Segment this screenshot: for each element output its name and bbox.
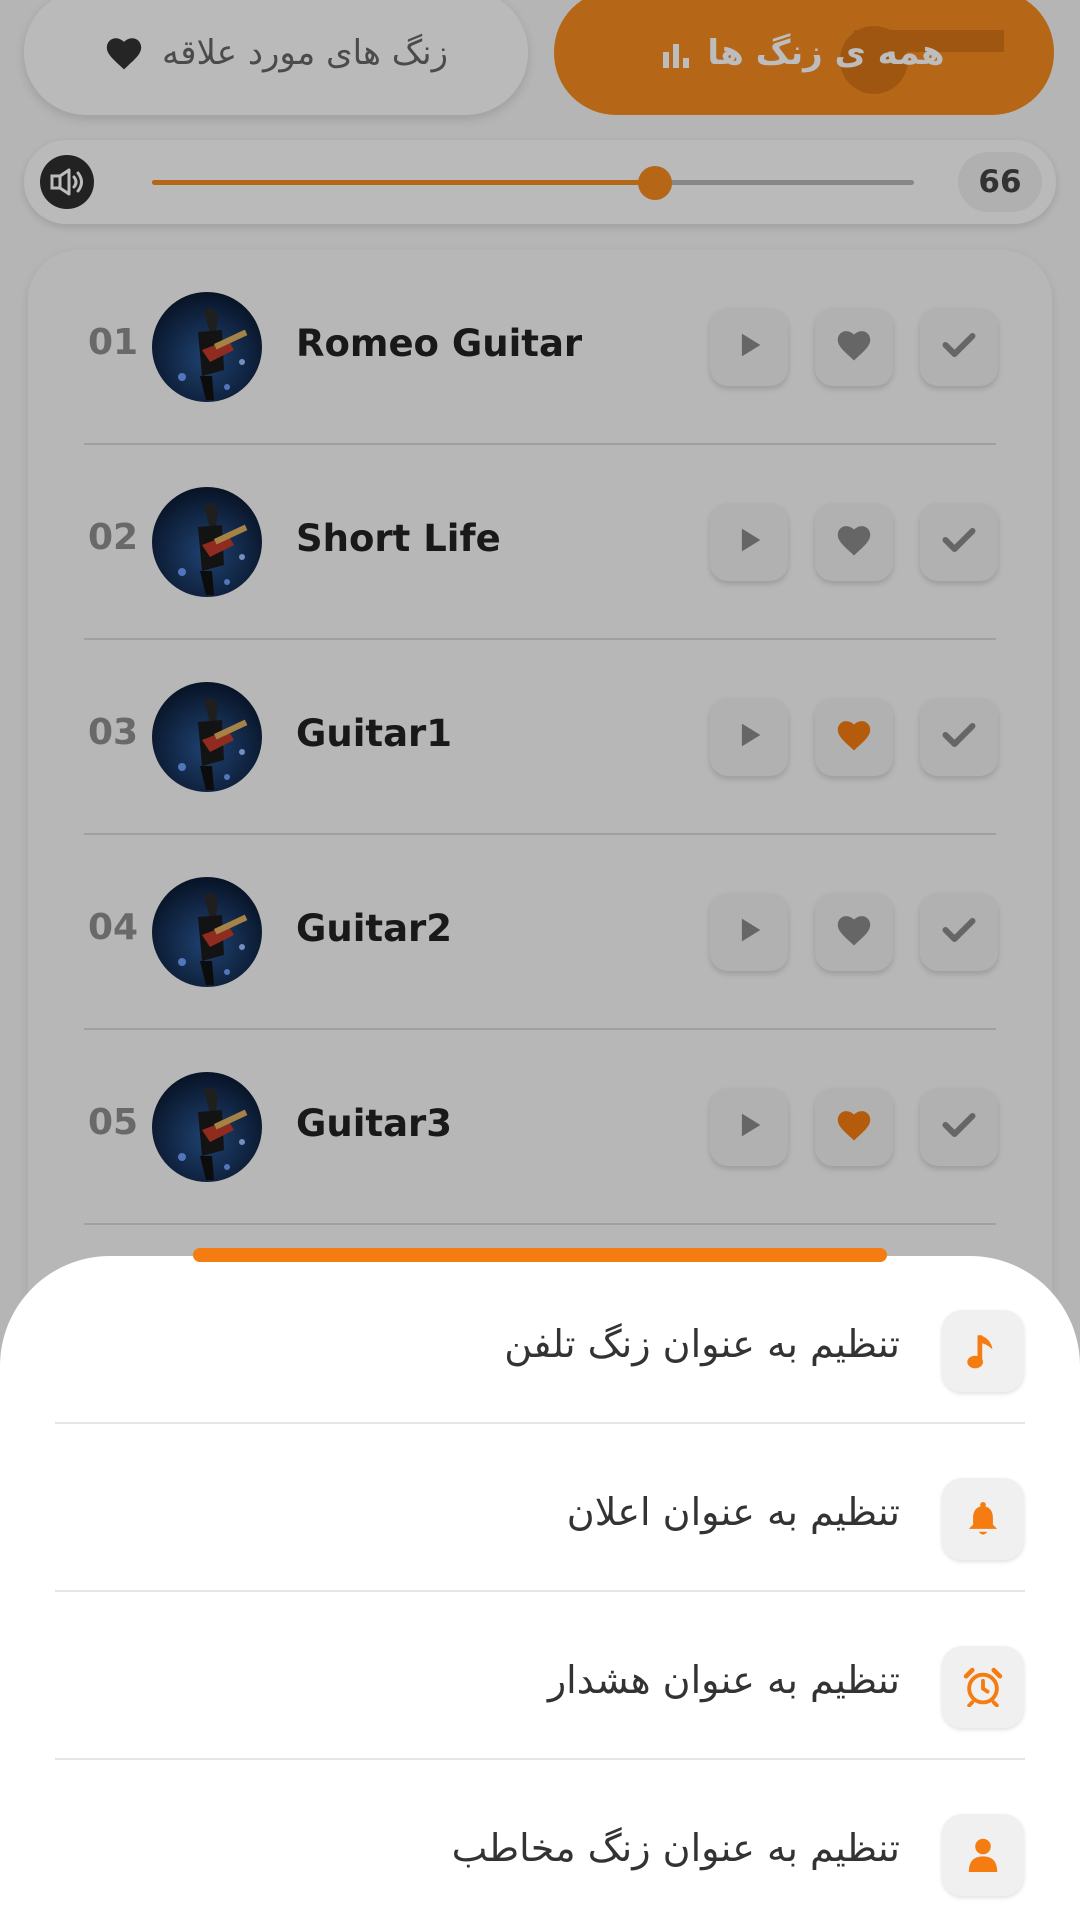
bell-icon [942, 1478, 1024, 1560]
sheet-option-label: تنظیم به عنوان هشدار [547, 1658, 900, 1702]
sheet-option-alarm-clock[interactable]: تنظیم به عنوان هشدار [0, 1592, 1080, 1760]
sheet-handle[interactable] [193, 1248, 887, 1262]
sheet-option-label: تنظیم به عنوان اعلان [566, 1490, 900, 1534]
sheet-option-bell[interactable]: تنظیم به عنوان اعلان [0, 1424, 1080, 1592]
sheet-option-label: تنظیم به عنوان زنگ تلفن [504, 1322, 900, 1366]
person-icon [942, 1814, 1024, 1896]
set-as-bottom-sheet: تنظیم به عنوان زنگ تلفن تنظیم به عنوان اع… [0, 1256, 1080, 1920]
music-note-icon [942, 1310, 1024, 1392]
sheet-option-music-note[interactable]: تنظیم به عنوان زنگ تلفن [0, 1256, 1080, 1424]
alarm-clock-icon [942, 1646, 1024, 1728]
sheet-option-person[interactable]: تنظیم به عنوان زنگ مخاطب [0, 1760, 1080, 1920]
sheet-option-label: تنظیم به عنوان زنگ مخاطب [451, 1826, 900, 1870]
